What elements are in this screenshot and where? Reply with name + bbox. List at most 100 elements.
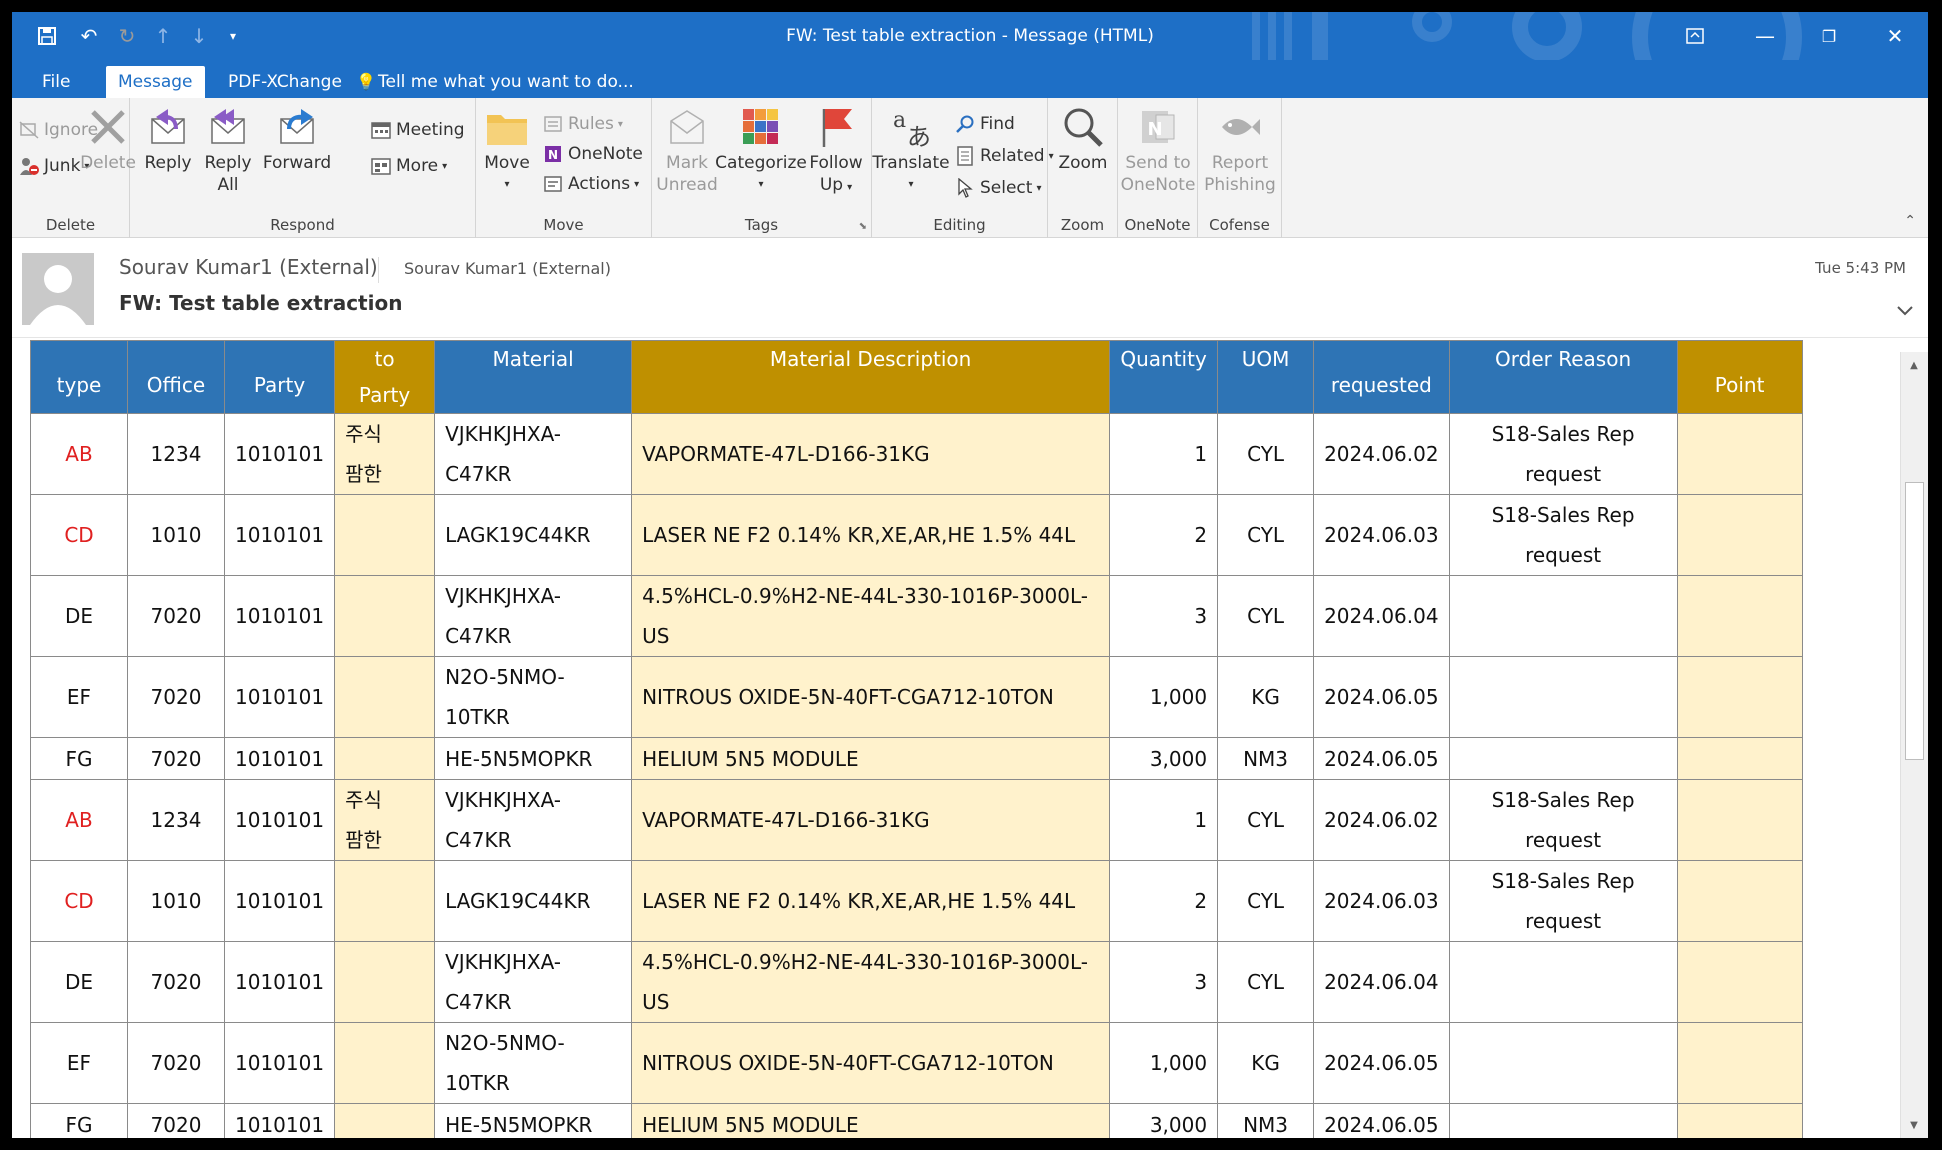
cell-line: HELIUM 5N5 MODULE	[642, 1112, 859, 1137]
cell-point	[1676, 1022, 1803, 1104]
forward-button[interactable]: Forward	[263, 104, 331, 174]
tab-pdf-xchange[interactable]: PDF-XChange	[216, 66, 354, 98]
cell-line: S18-Sales Rep	[1491, 422, 1635, 446]
sender-name[interactable]: Sourav Kumar1 (External)	[119, 255, 378, 279]
meeting-button[interactable]: Meeting	[370, 118, 465, 142]
cell-requested: 2024.06.02	[1313, 779, 1450, 861]
tab-message[interactable]: Message	[106, 66, 205, 98]
zoom-button[interactable]: Zoom	[1056, 104, 1110, 174]
cell-line: C47KR	[445, 624, 512, 648]
tell-me-search[interactable]: 💡 Tell me what you want to do...	[350, 66, 646, 98]
cell-type: AB	[30, 413, 128, 495]
cell-uom: CYL	[1217, 494, 1315, 576]
scroll-up-icon[interactable]: ▲	[1903, 354, 1925, 376]
cell-uom: KG	[1217, 656, 1315, 738]
restore-icon[interactable]: ❐	[1806, 20, 1852, 52]
folder-icon	[484, 104, 530, 150]
tab-file[interactable]: File	[30, 66, 82, 98]
select-button[interactable]: Select ▾	[954, 176, 1041, 200]
cell-to-party	[334, 860, 436, 942]
ribbon-tabs: File Message PDF-XChange 💡 Tell me what …	[12, 60, 1928, 98]
onenote-icon: N	[542, 143, 564, 165]
cell-office: 7020	[127, 575, 225, 657]
cell-material-description: LASER NE F2 0.14% KR,XE,AR,HE 1.5% 44L	[631, 860, 1111, 942]
cell-line: NITROUS OXIDE-5N-40FT-CGA712-10TON	[642, 685, 1054, 709]
find-button[interactable]: Find	[954, 112, 1015, 136]
cell-requested: 2024.06.03	[1313, 494, 1450, 576]
avatar	[22, 253, 94, 325]
cell-line: NITROUS OXIDE-5N-40FT-CGA712-10TON	[642, 1051, 1054, 1075]
delete-button: Delete	[80, 104, 136, 174]
cell-uom: CYL	[1217, 575, 1315, 657]
cell-line: request	[1525, 828, 1602, 852]
onenote-move-button[interactable]: N OneNote	[542, 142, 643, 166]
cell-party: 1010101	[223, 860, 336, 942]
cell-line: C47KR	[445, 828, 512, 852]
cell-requested: 2024.06.04	[1313, 941, 1450, 1023]
cell-requested: 2024.06.05	[1313, 737, 1450, 780]
cell-to-party: 주식 팜한	[334, 413, 436, 495]
table-row: EF 7020 1010101 N2O-5NMO- 10TKR NITROUS OXIDE…	[30, 656, 1803, 738]
cell-line: VJKHKJHXA-	[445, 584, 562, 608]
message-header: Sourav Kumar1 (External) Sourav Kumar1 (…	[12, 239, 1928, 339]
group-label-respond: Respond	[270, 216, 335, 234]
cell-point	[1676, 737, 1803, 780]
lightbulb-icon: 💡	[356, 72, 376, 91]
col-header-material-description: Material Description	[631, 340, 1111, 414]
vertical-scrollbar[interactable]: ▲ ▼	[1900, 352, 1928, 1138]
cell-to-party	[334, 941, 436, 1023]
ribbon-display-options-icon[interactable]	[1672, 20, 1718, 52]
reply-all-button[interactable]: Reply All	[204, 104, 252, 196]
scroll-thumb[interactable]	[1905, 482, 1924, 760]
cell-material: LAGK19C44KR	[434, 860, 633, 942]
cell-requested: 2024.06.04	[1313, 575, 1450, 657]
cell-uom: CYL	[1217, 779, 1315, 861]
cell-to-party	[334, 1022, 436, 1104]
cell-point	[1676, 1103, 1803, 1138]
group-delete: Ignore Junk ▾ Delete Delete	[12, 98, 136, 238]
cell-type: DE	[30, 941, 128, 1023]
chevron-down-icon[interactable]	[1896, 301, 1914, 322]
actions-button[interactable]: Actions ▾	[542, 172, 639, 196]
translate-button[interactable]: aあ Translate ▾	[872, 104, 949, 196]
cell-line: LAGK19C44KR	[445, 523, 591, 547]
cell-line: request	[1525, 462, 1602, 486]
reply-button[interactable]: Reply	[144, 104, 192, 174]
more-respond-button[interactable]: More ▾	[370, 154, 447, 178]
sender-secondary[interactable]: Sourav Kumar1 (External)	[404, 259, 611, 278]
report-phishing-button: Report Phishing	[1202, 104, 1278, 196]
cell-line: 팜한	[345, 462, 382, 486]
close-icon[interactable]: ✕	[1872, 20, 1918, 52]
cell-office: 1234	[127, 779, 225, 861]
collapse-ribbon-icon[interactable]: ⌃	[1904, 213, 1916, 229]
cell-material-description: 4.5%HCL-0.9%H2-NE-44L-330-1016P-3000L- US	[631, 941, 1111, 1023]
cell-requested: 2024.06.02	[1313, 413, 1450, 495]
group-tags: Mark Unread Categorize ▾ Follow Up ▾ ⬊ Ta…	[652, 98, 872, 238]
header-separator	[12, 337, 1928, 338]
cell-office: 7020	[127, 656, 225, 738]
table-row: AB 1234 1010101 주식 팜한 VJKHKJHXA- C47KR VAPORMAT…	[30, 779, 1803, 861]
cell-quantity: 2	[1109, 860, 1219, 942]
move-button[interactable]: Move ▾	[484, 104, 530, 196]
cell-office: 7020	[127, 941, 225, 1023]
cell-quantity: 2	[1109, 494, 1219, 576]
minimize-icon[interactable]: —	[1742, 20, 1788, 52]
cell-line: HELIUM 5N5 MODULE	[642, 746, 859, 771]
related-button[interactable]: Related ▾	[954, 144, 1054, 168]
onenote-send-icon: N	[1135, 104, 1181, 150]
categorize-button[interactable]: Categorize ▾	[715, 104, 807, 196]
cell-type: DE	[30, 575, 128, 657]
follow-up-button[interactable]: Follow Up ▾	[806, 104, 866, 199]
cell-order-reason: S18-Sales Rep request	[1448, 779, 1678, 861]
cell-line: HE-5N5MOPKR	[445, 1112, 593, 1137]
cell-party: 1010101	[223, 941, 336, 1023]
cell-uom: NM3	[1217, 737, 1315, 780]
cell-requested: 2024.06.03	[1313, 860, 1450, 942]
cell-line: S18-Sales Rep	[1491, 869, 1635, 893]
cell-requested: 2024.06.05	[1313, 656, 1450, 738]
scroll-down-icon[interactable]: ▼	[1903, 1114, 1925, 1136]
data-table: type Office Party to Party Material Mater…	[30, 340, 1803, 1138]
junk-button[interactable]: Junk ▾	[18, 154, 89, 178]
cell-party: 1010101	[223, 1022, 336, 1104]
cell-material: VJKHKJHXA- C47KR	[434, 413, 633, 495]
